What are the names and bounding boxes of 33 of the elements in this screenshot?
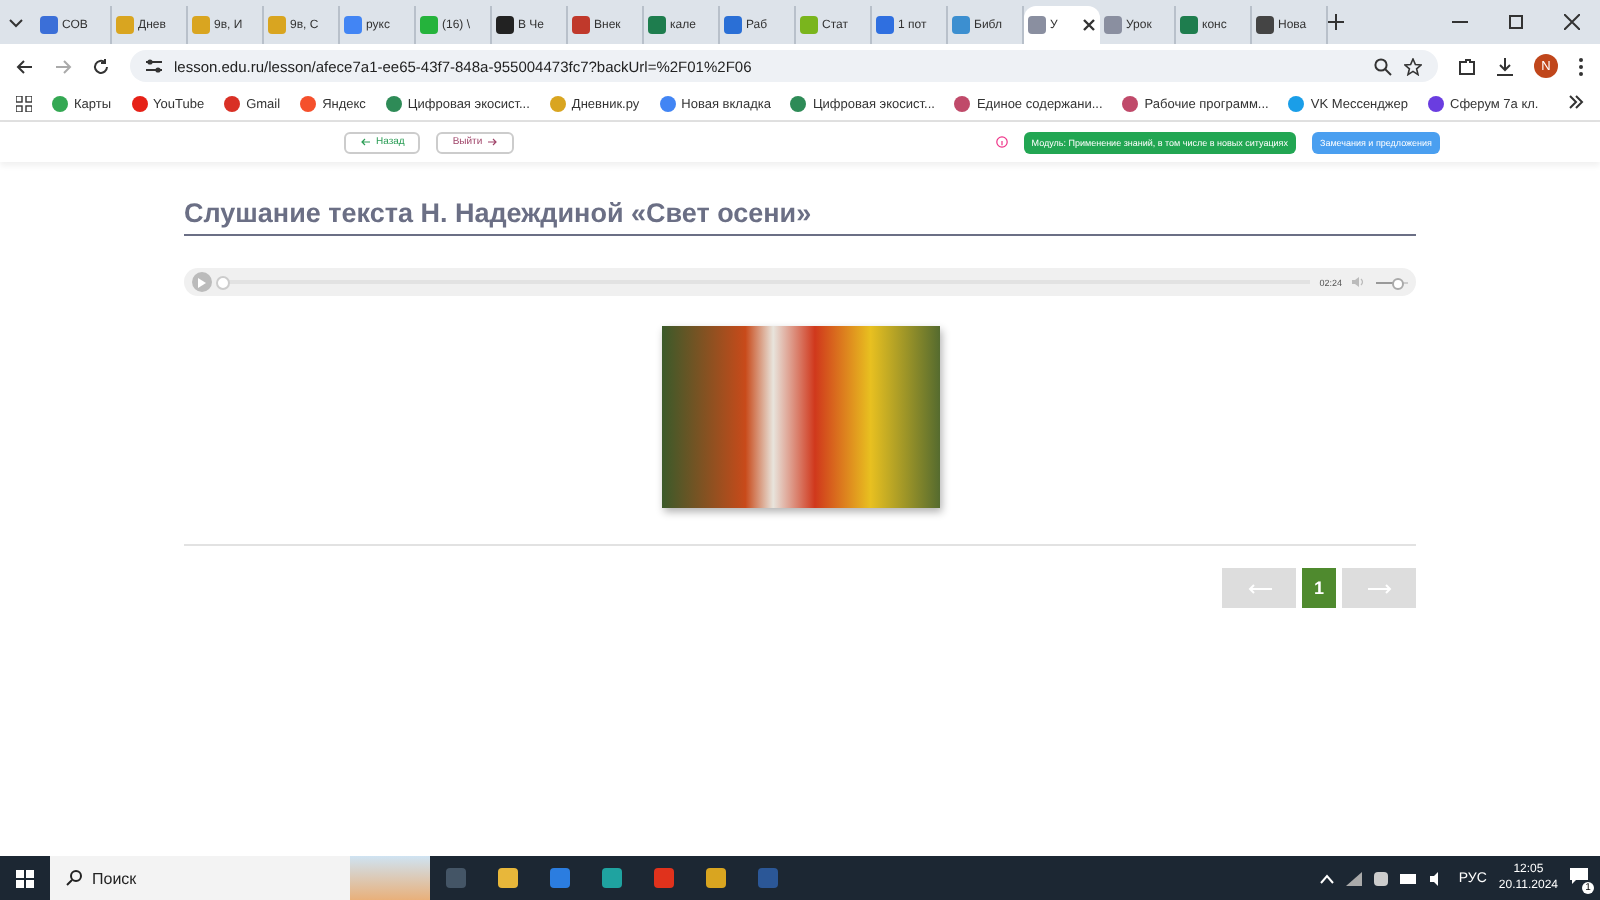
play-icon [198, 277, 206, 287]
star-icon[interactable] [1404, 57, 1422, 75]
network-icon[interactable] [1346, 871, 1363, 885]
back-icon[interactable] [16, 57, 34, 75]
arrow-right-icon [1367, 583, 1391, 593]
extensions-icon[interactable] [1458, 57, 1476, 75]
more-icon[interactable] [1578, 57, 1584, 75]
download-icon[interactable] [1496, 57, 1514, 75]
arrow-left-icon [360, 138, 370, 146]
chevron-up-icon[interactable] [1320, 873, 1335, 883]
zoom-icon[interactable] [1374, 57, 1392, 75]
page-button[interactable]: 1 [1302, 568, 1336, 608]
close-icon[interactable] [1082, 18, 1096, 32]
battery-icon[interactable] [1400, 873, 1419, 883]
search-icon [66, 870, 82, 886]
maximize-icon[interactable] [1508, 14, 1524, 30]
tune-icon[interactable] [146, 58, 162, 74]
info-icon [995, 136, 1008, 148]
arrow-right-icon [488, 138, 499, 146]
close-icon[interactable] [1564, 14, 1580, 30]
apps-icon[interactable] [16, 96, 32, 112]
chat-icon [1570, 868, 1588, 884]
tab-list-icon[interactable] [8, 14, 24, 30]
volume-thumb[interactable] [1391, 277, 1404, 289]
taskbar-search-field[interactable]: Поиск [50, 856, 350, 900]
lesson-title: Слушание текста Н. Надеждиной «Свет осени» [184, 198, 1416, 236]
chevrons-icon[interactable] [1568, 94, 1584, 110]
reload-icon[interactable] [92, 57, 110, 75]
plus-icon[interactable] [1328, 14, 1344, 30]
windows-start-icon[interactable] [16, 869, 34, 887]
arrow-left-icon [1247, 583, 1271, 593]
seek-thumb[interactable] [216, 276, 230, 290]
search-highlight-picture [350, 856, 430, 900]
